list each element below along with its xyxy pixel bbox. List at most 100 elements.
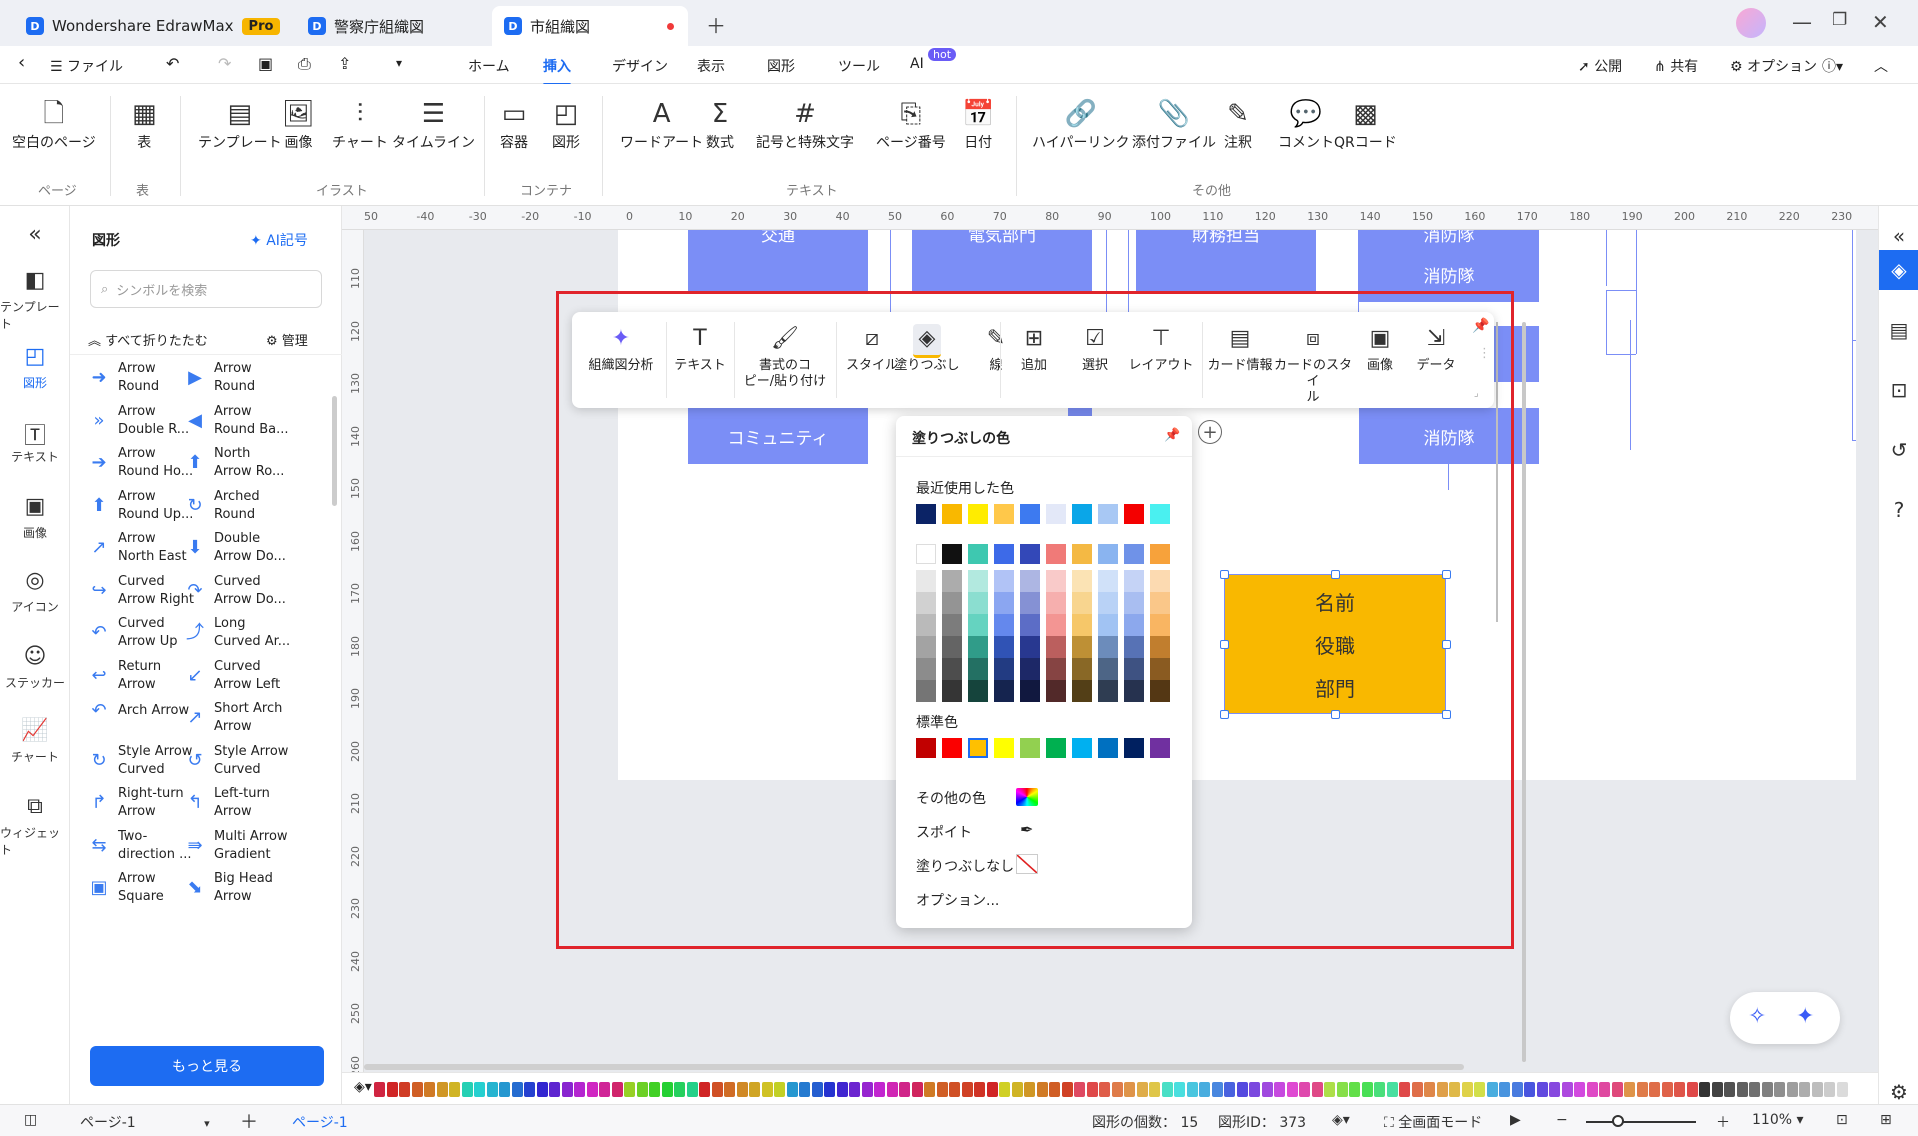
palette-swatch[interactable] [686,1082,698,1097]
fit-page-icon[interactable]: ⊡ [1836,1112,1848,1128]
menu-ai[interactable]: AI [910,56,924,72]
menu-design[interactable]: デザイン [612,56,668,76]
palette-swatch[interactable] [874,1082,885,1097]
rail-shapes[interactable]: ◰ 図形 [0,344,70,391]
menu-shape[interactable]: 図形 [767,56,795,76]
palette-swatch[interactable] [1511,1082,1523,1097]
container-button[interactable]: ▭ 容器 [500,96,528,152]
palette-swatch[interactable] [1724,1082,1735,1097]
palette-swatch[interactable] [1499,1082,1510,1097]
palette-swatch[interactable] [936,1082,948,1097]
qrcode-button[interactable]: ▩ QRコード [1334,96,1397,152]
palette-swatch[interactable] [899,1082,910,1097]
node-row2-a[interactable] [688,246,868,292]
collapse-panel-icon[interactable]: « [0,222,70,247]
export-icon[interactable]: ⇪ [338,54,351,73]
canvas-vscrollbar[interactable] [1522,322,1526,1062]
undo-icon[interactable]: ↶ [166,54,179,73]
publish-button[interactable]: ➚ 公開 [1578,56,1622,76]
palette-swatch[interactable] [1074,1082,1085,1097]
palette-swatch[interactable] [924,1082,935,1097]
palette-swatch[interactable] [1824,1082,1835,1097]
palette-swatch[interactable] [399,1082,410,1097]
palette-swatch[interactable] [1086,1082,1098,1097]
attachment-button[interactable]: 📎 添付ファイル [1132,96,1216,152]
palette-swatch[interactable] [736,1082,748,1097]
rail-sticker[interactable]: ☺ ステッカー [0,644,70,691]
palette-swatch[interactable] [536,1082,548,1097]
palette-swatch[interactable] [1836,1082,1848,1097]
palette-swatch[interactable] [1249,1082,1260,1097]
palette-swatch[interactable] [1799,1082,1810,1097]
layers-icon[interactable]: ◈▾ [1332,1112,1350,1128]
palette-swatch[interactable] [1411,1082,1423,1097]
palette-swatch[interactable] [824,1082,835,1097]
palette-swatch[interactable] [836,1082,848,1097]
timeline-button[interactable]: ☰ タイムライン [392,96,475,152]
palette-swatch[interactable] [386,1082,398,1097]
palette-swatch[interactable] [1624,1082,1635,1097]
palette-swatch[interactable] [1811,1082,1823,1097]
fullscreen-button[interactable]: ⛶ 全画面モード [1384,1112,1482,1132]
page-select[interactable]: ページ-1 ▾ [80,1112,210,1132]
rail-template[interactable]: ◧ テンプレート [0,268,70,332]
palette-swatch[interactable] [1686,1082,1698,1097]
palette-swatch[interactable] [1186,1082,1198,1097]
presentation-icon[interactable]: ⊡ [1879,370,1918,410]
palette-swatch[interactable] [1161,1082,1173,1097]
palette-swatch[interactable] [961,1082,973,1097]
palette-swatch[interactable] [661,1082,673,1097]
rail-widget[interactable]: ⧉ ウィジェット [0,794,70,858]
palette-swatch[interactable] [1574,1082,1585,1097]
palette-swatch[interactable] [711,1082,723,1097]
palette-swatch[interactable] [1286,1082,1298,1097]
palette-swatch[interactable] [699,1082,710,1097]
palette-swatch[interactable] [1024,1082,1035,1097]
symbol-search-input[interactable]: ⌕ シンボルを検索 [90,270,322,308]
palette-swatch[interactable] [1699,1082,1710,1097]
node-row2-b[interactable] [912,246,1092,292]
fit-width-icon[interactable]: ⊞ [1880,1112,1892,1128]
help-icon[interactable]: ⓘ▾ [1822,56,1843,76]
palette-swatch[interactable] [511,1082,523,1097]
wordart-button[interactable]: A ワードアート [620,96,703,152]
palette-swatch[interactable] [611,1082,623,1097]
blank-page-button[interactable]: 🗋 空白のページ [12,96,96,152]
palette-swatch[interactable] [799,1082,810,1097]
palette-swatch[interactable] [411,1082,423,1097]
redo-icon[interactable]: ↷ [218,54,231,73]
palette-swatch[interactable] [1324,1082,1335,1097]
palette-swatch[interactable] [774,1082,785,1097]
menu-tools[interactable]: ツール [838,56,880,76]
palette-swatch[interactable] [1136,1082,1148,1097]
menu-insert[interactable]: 挿入 [543,56,571,86]
palette-swatch[interactable] [1111,1082,1123,1097]
annotation-button[interactable]: ✎ 注釈 [1224,96,1252,152]
palette-swatch[interactable] [1674,1082,1685,1097]
shape-item[interactable]: ↺ Style Arrow Curved [184,743,304,779]
palette-swatch[interactable] [786,1082,798,1097]
palette-swatch[interactable] [1149,1082,1160,1097]
file-menu[interactable]: ☰ ファイル [50,56,123,76]
collapse-ribbon-icon[interactable]: ︿ [1874,56,1888,76]
help-circle-icon[interactable]: ? [1879,490,1918,530]
palette-swatch[interactable] [461,1082,473,1097]
collapse-all-button[interactable]: ︽ すべて折りたたむ [88,330,208,349]
zoom-out-icon[interactable]: − [1556,1112,1568,1128]
palette-swatch[interactable] [1211,1082,1223,1097]
rail-icon[interactable]: ◎ アイコン [0,568,70,615]
palette-swatch[interactable] [1611,1082,1623,1097]
panel-scrollbar[interactable] [332,396,337,506]
palette-swatch[interactable] [1374,1082,1385,1097]
palette-swatch[interactable] [1599,1082,1610,1097]
page-tab[interactable]: ページ-1 [292,1112,348,1132]
node-row2-c[interactable] [1136,246,1316,292]
more-button[interactable]: もっと見る [90,1046,324,1086]
palette-swatch[interactable] [1311,1082,1323,1097]
palette-swatch[interactable] [1349,1082,1360,1097]
palette-swatch[interactable] [1199,1082,1210,1097]
shape-item[interactable]: ⬊ Big Head Arrow [184,870,304,906]
sidebar-toggle-icon[interactable]: ◫ [24,1112,37,1128]
palette-swatch[interactable] [749,1082,760,1097]
rail-text[interactable]: 🅃 テキスト [0,418,70,465]
